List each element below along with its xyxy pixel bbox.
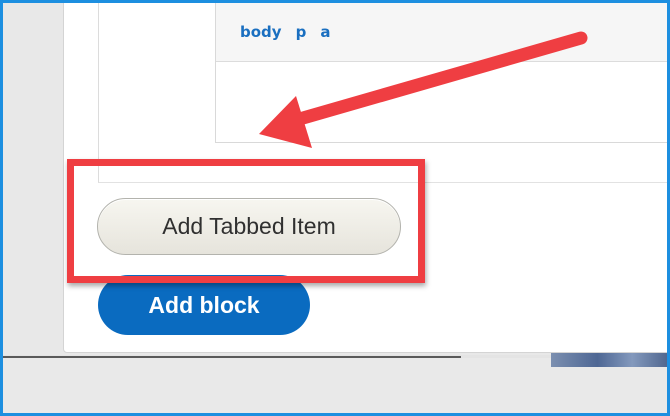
background-image-strip bbox=[551, 353, 667, 367]
annotation-arrow-icon bbox=[259, 31, 588, 148]
screenshot-frame: body p a Add block Add Tabbed Item bbox=[0, 0, 670, 416]
